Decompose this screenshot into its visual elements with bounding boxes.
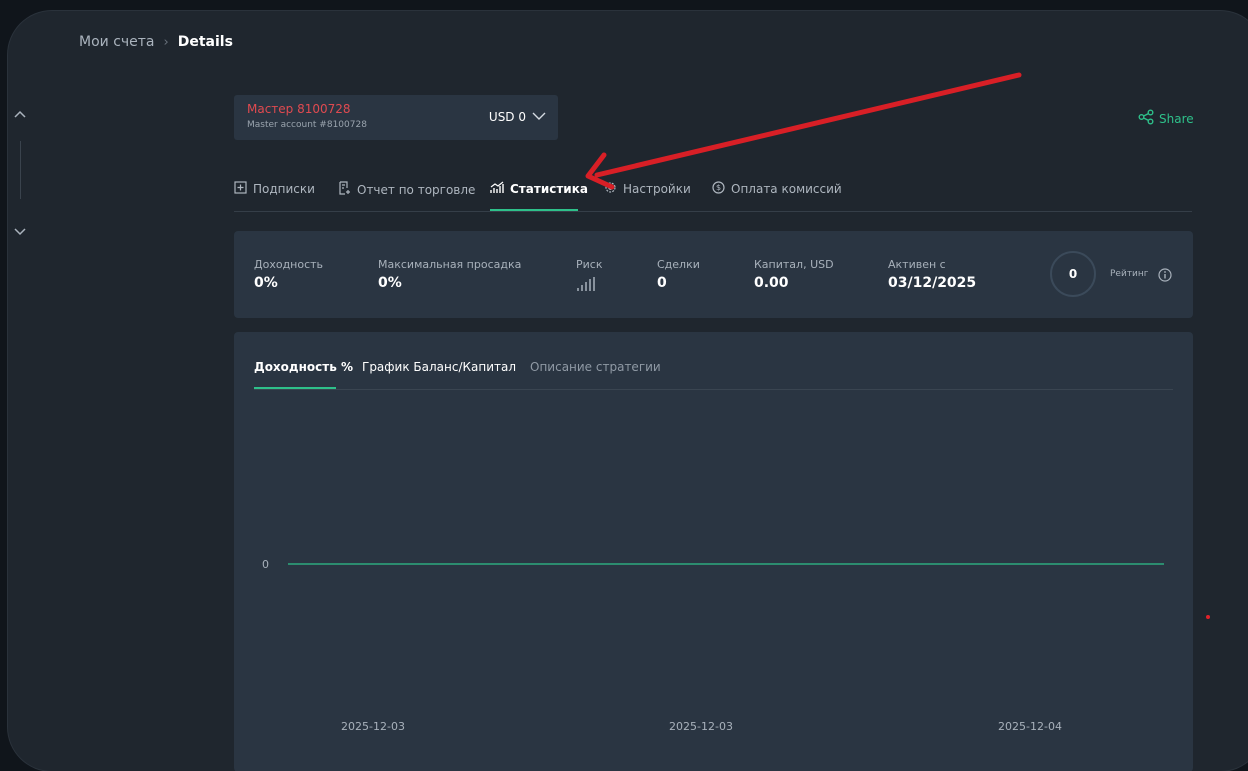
account-selector[interactable]: Мастер 8100728 Master account #8100728 U… xyxy=(234,95,558,140)
share-button[interactable]: Share xyxy=(1138,109,1194,128)
svg-text:$: $ xyxy=(716,183,721,192)
stat-label: Доходность xyxy=(254,258,324,271)
stat-label: Максимальная просадка xyxy=(378,258,522,271)
share-label: Share xyxy=(1159,111,1194,126)
tab-label: Подписки xyxy=(253,182,315,196)
x-tick-label: 2025-12-03 xyxy=(669,720,733,733)
stat-value: 03/12/2025 xyxy=(888,275,977,291)
stat-max-drawdown: Максимальная просадка 0% xyxy=(378,258,521,291)
tab-settings[interactable]: Настройки xyxy=(604,181,691,197)
account-balance-value: USD 0 xyxy=(488,110,526,124)
tab-subscriptions[interactable]: Подписки xyxy=(234,181,315,197)
stats-summary: Доходность 0% Максимальная просадка 0% Р… xyxy=(234,231,1193,318)
plus-square-icon xyxy=(234,181,247,197)
tab-statistics[interactable]: Статистика xyxy=(490,181,588,197)
stat-label: Риск xyxy=(576,258,603,271)
share-icon xyxy=(1138,109,1154,128)
tab-label: Оплата комиссий xyxy=(731,182,842,196)
stat-active-since: Активен с 03/12/2025 xyxy=(888,258,976,291)
stat-yield: Доходность 0% xyxy=(254,258,323,291)
stat-value: 0 xyxy=(657,275,667,291)
stat-risk: Риск xyxy=(576,258,602,296)
stat-value: 0% xyxy=(378,275,402,291)
stat-label: Капитал, USD xyxy=(754,258,834,271)
breadcrumb-separator: › xyxy=(163,34,169,50)
gear-icon xyxy=(604,181,617,197)
chevron-down-icon xyxy=(532,110,546,124)
breadcrumb: Мои счета › Details xyxy=(79,34,233,50)
x-tick-label: 2025-12-03 xyxy=(341,720,405,733)
account-balance[interactable]: USD 0 xyxy=(489,110,546,124)
info-icon[interactable] xyxy=(1158,267,1172,286)
chevron-up-icon[interactable] xyxy=(12,107,28,123)
tab-trading-report[interactable]: Отчет по торговле xyxy=(338,181,475,198)
page-title: Details xyxy=(177,34,233,50)
chart-panel: Доходность % График Баланс/Капитал Описа… xyxy=(234,332,1193,771)
tab-commission-payments[interactable]: $ Оплата комиссий xyxy=(712,181,842,197)
sidebar-scroll-track xyxy=(20,141,21,199)
stat-value: 0.00 xyxy=(754,275,789,291)
breadcrumb-parent-link[interactable]: Мои счета xyxy=(79,34,155,50)
yield-chart: 0 2025-12-03 2025-12-03 2025-12-04 xyxy=(262,558,1164,733)
rating-label: Рейтинг xyxy=(1110,269,1149,279)
tab-label: Отчет по торговле xyxy=(357,182,476,197)
tab-label: Настройки xyxy=(623,182,691,196)
stat-deals: Сделки 0 xyxy=(657,258,700,291)
dollar-circle-icon: $ xyxy=(712,181,725,197)
stat-value: 0% xyxy=(254,275,278,291)
red-dot-marker xyxy=(1206,615,1210,619)
active-tab-indicator xyxy=(490,209,578,211)
tab-label: Статистика xyxy=(510,182,588,196)
account-tabs: Подписки Отчет по торговле Статистика На… xyxy=(234,179,1192,212)
stat-label: Активен с xyxy=(888,258,946,271)
risk-bars-icon xyxy=(576,276,602,296)
account-name: Мастер 8100728 xyxy=(247,102,351,116)
chevron-down-icon[interactable] xyxy=(12,223,28,239)
report-icon xyxy=(338,181,351,198)
y-tick-label: 0 xyxy=(262,558,269,571)
rating-badge: 0 xyxy=(1050,251,1096,297)
x-tick-label: 2025-12-04 xyxy=(998,720,1062,733)
stat-label: Сделки xyxy=(657,258,700,271)
stat-capital: Капитал, USD 0.00 xyxy=(754,258,834,291)
app-window: Мои счета › Details Мастер 8100728 Maste… xyxy=(8,11,1248,771)
account-subtitle: Master account #8100728 xyxy=(247,120,367,130)
chart-icon xyxy=(490,181,504,197)
